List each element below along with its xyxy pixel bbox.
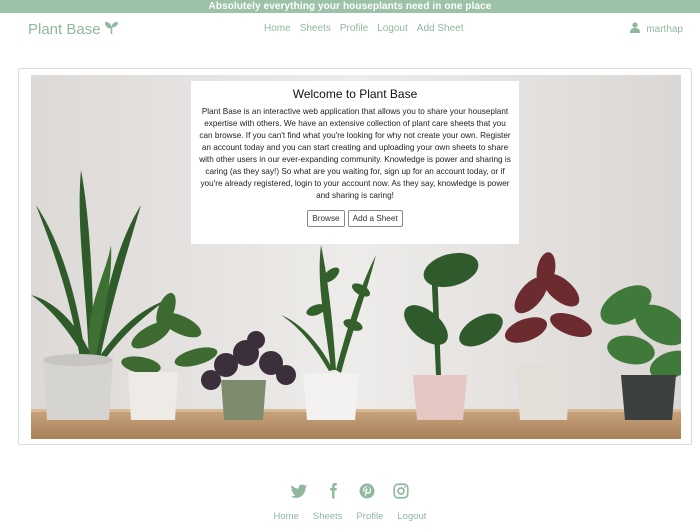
sprout-icon (104, 20, 119, 39)
facebook-icon[interactable] (324, 482, 342, 500)
footer-home[interactable]: Home (274, 511, 299, 522)
footer-sheets[interactable]: Sheets (313, 511, 343, 522)
social-links (0, 482, 700, 500)
welcome-title: Welcome to Plant Base (292, 87, 418, 101)
card-buttons: Browse Add a Sheet (199, 210, 511, 227)
pinterest-icon[interactable] (358, 482, 376, 500)
nav-home[interactable]: Home (264, 23, 291, 34)
footer-logout[interactable]: Logout (397, 511, 426, 522)
user-name: marthap (646, 23, 683, 35)
nav-profile[interactable]: Profile (340, 23, 368, 34)
navbar: Plant Base Home Sheets Profile Logout Ad… (0, 13, 700, 43)
welcome-card: Welcome to Plant Base Plant Base is an i… (191, 81, 519, 244)
browse-button[interactable]: Browse (307, 210, 345, 227)
instagram-icon[interactable] (392, 482, 410, 500)
user-menu[interactable]: marthap (630, 22, 683, 36)
nav-links: Home Sheets Profile Logout Add Sheet (264, 23, 464, 34)
nav-logout[interactable]: Logout (377, 23, 408, 34)
user-icon (630, 22, 641, 36)
add-sheet-button[interactable]: Add a Sheet (347, 210, 403, 227)
nav-add-sheet[interactable]: Add Sheet (417, 23, 464, 34)
footer-links: Home Sheets Profile Logout (0, 511, 700, 522)
banner-text: Absolutely everything your houseplants n… (208, 1, 492, 12)
brand-logo[interactable]: Plant Base (28, 20, 119, 39)
brand-name: Plant Base (28, 21, 101, 38)
top-banner: Absolutely everything your houseplants n… (0, 0, 700, 13)
welcome-body: Plant Base is an interactive web applica… (199, 107, 511, 200)
footer-profile[interactable]: Profile (356, 511, 383, 522)
twitter-icon[interactable] (290, 482, 308, 500)
nav-sheets[interactable]: Sheets (300, 23, 331, 34)
